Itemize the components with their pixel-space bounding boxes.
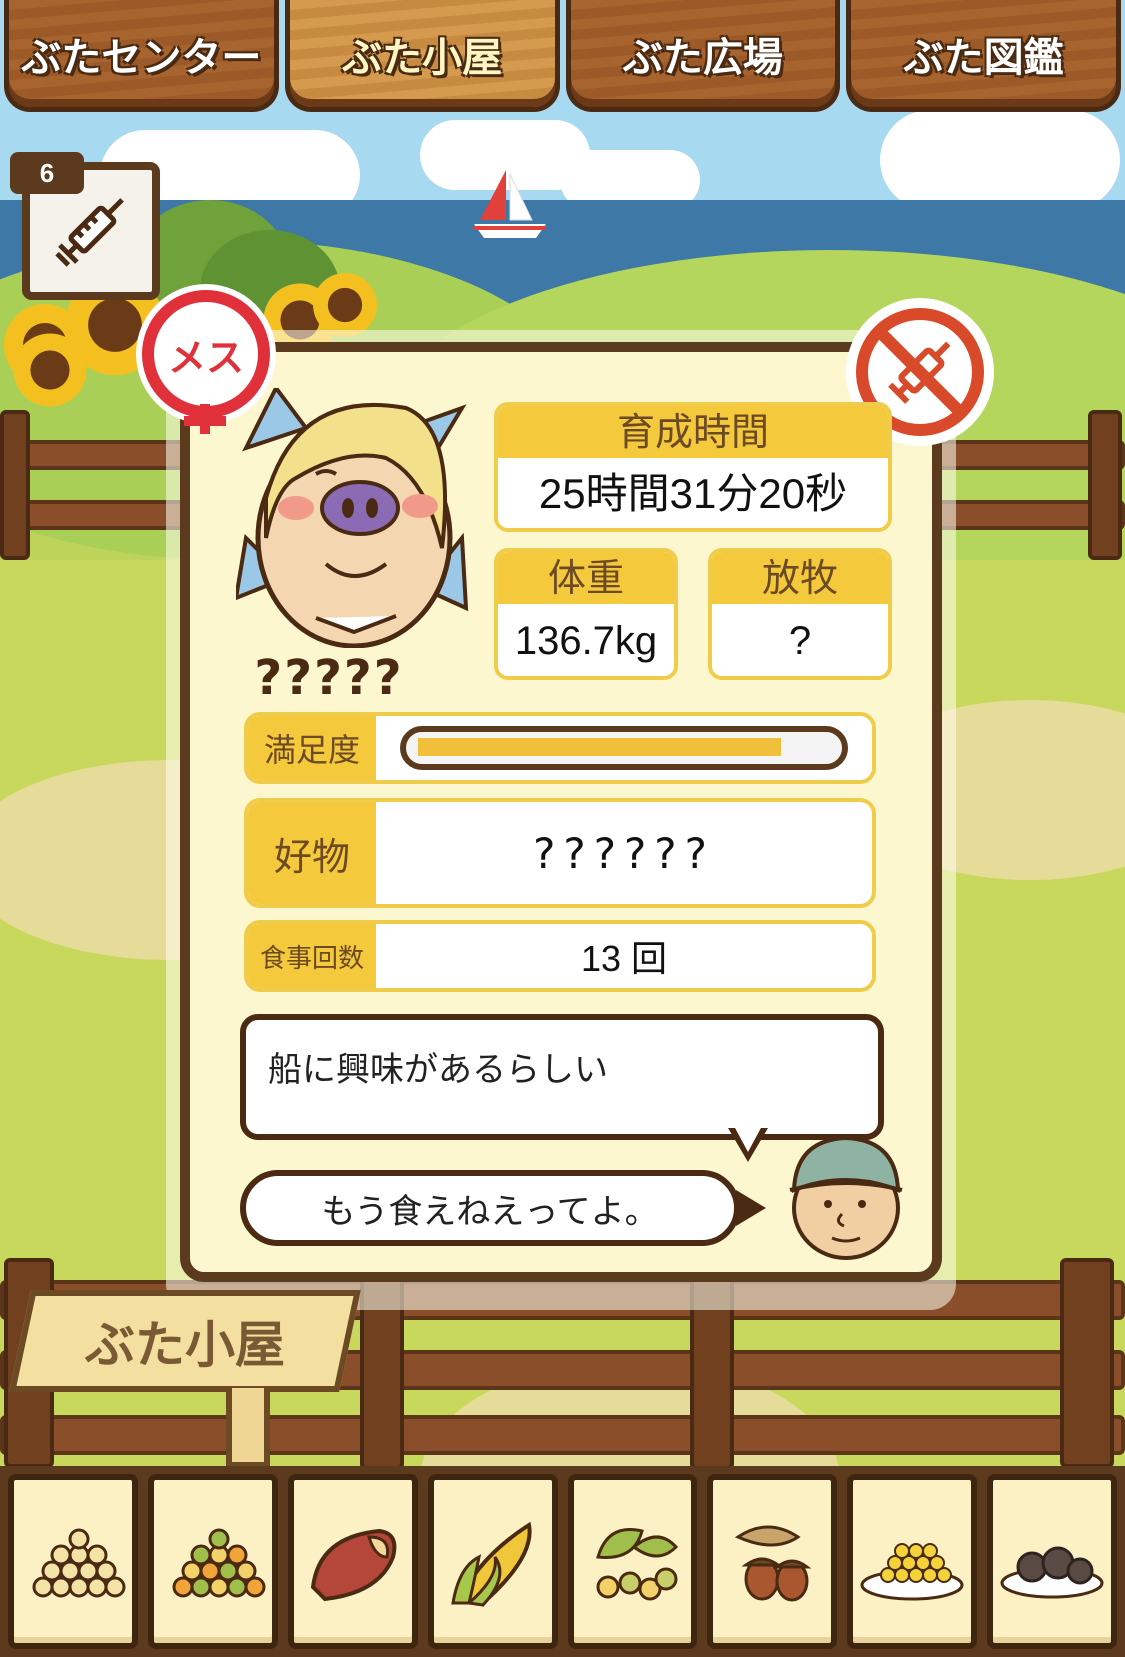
sailboat-icon: [474, 170, 546, 238]
food-slot-truffle-plate[interactable]: [987, 1474, 1117, 1649]
food-slot-herbs[interactable]: [567, 1474, 698, 1649]
meals-label: 食事回数: [248, 924, 376, 988]
tab-label: ぶた広場: [622, 34, 783, 81]
farmer-reply-label: もう食えねえってよ。: [321, 1191, 659, 1232]
raising-time-box: 育成時間 25時間31分20秒: [494, 402, 892, 532]
corn-plate-icon: [860, 1542, 964, 1600]
food-slot-sweet-potato[interactable]: [287, 1474, 418, 1649]
pig-portrait: [236, 388, 469, 648]
sweet-potato-icon: [310, 1528, 397, 1601]
farmer-message-bubble: 船に興味があるらしい: [240, 1014, 884, 1140]
top-nav: ぶたセンター ぶた小屋 ぶた広場 ぶた図鑑: [0, 0, 1125, 118]
acorn-icon: [735, 1525, 812, 1601]
hut-sign-label: ぶた小屋: [85, 1316, 285, 1374]
weight-value: 136.7kg: [514, 619, 658, 663]
tab-label: ぶたセンター: [21, 34, 262, 81]
tab-label: ぶた小屋: [342, 34, 503, 81]
grazing-box: 放牧 ?: [708, 548, 892, 680]
food-slot-corn-plate[interactable]: [847, 1474, 978, 1649]
grazing-value: ?: [788, 619, 812, 663]
farmer-icon[interactable]: [786, 1130, 906, 1260]
pig-name: ?????: [254, 650, 404, 706]
sign-post: [226, 1388, 270, 1468]
favorite-label: 好物: [248, 802, 376, 904]
meal-count-row: 食事回数 13 回: [244, 920, 876, 992]
hut-sign: ぶた小屋: [9, 1290, 361, 1392]
reply-tail: [736, 1190, 766, 1226]
food-slot-soybeans[interactable]: [8, 1474, 138, 1649]
birds-icon: [260, 143, 326, 181]
food-bar: [0, 1466, 1125, 1657]
female-symbol-cross: [184, 416, 226, 426]
food-slot-acorn[interactable]: [707, 1474, 838, 1649]
farmer-reply-button[interactable]: もう食えねえってよ。: [240, 1170, 740, 1246]
tab-label: ぶた図鑑: [903, 34, 1064, 81]
syringe-icon: [55, 198, 124, 267]
favorite-food-row: 好物 ??????: [244, 798, 876, 908]
mixed-beans-icon: [172, 1528, 266, 1597]
injection-count-badge: 6: [10, 152, 84, 194]
tab-buta-hut[interactable]: ぶた小屋: [284, 0, 560, 112]
food-slot-corn[interactable]: [427, 1474, 558, 1649]
favorite-value: ??????: [533, 828, 715, 878]
satisfaction-bar: [400, 726, 848, 770]
grazing-label: 放牧: [712, 552, 888, 604]
tab-buta-plaza[interactable]: ぶた広場: [565, 0, 841, 112]
gender-label: メス: [167, 335, 244, 380]
satisfaction-bar-fill: [418, 738, 781, 756]
satisfaction-label: 満足度: [248, 716, 376, 780]
satisfaction-row: 満足度: [244, 712, 876, 784]
food-slot-mixed-beans[interactable]: [147, 1474, 278, 1649]
corn-icon: [450, 1521, 532, 1607]
herbs-icon: [596, 1527, 679, 1600]
weight-label: 体重: [498, 552, 674, 604]
soybeans-icon: [32, 1528, 126, 1597]
raising-time-label: 育成時間: [498, 406, 888, 458]
tab-buta-center[interactable]: ぶたセンター: [4, 0, 279, 112]
meals-value: 13 回: [580, 938, 668, 979]
truffle-plate-icon: [1000, 1546, 1104, 1598]
weight-box: 体重 136.7kg: [494, 548, 678, 680]
tab-buta-encyclopedia[interactable]: ぶた図鑑: [846, 0, 1121, 112]
farmer-message-text: 船に興味があるらしい: [268, 1050, 608, 1090]
raising-time-value: 25時間31分20秒: [538, 470, 848, 517]
